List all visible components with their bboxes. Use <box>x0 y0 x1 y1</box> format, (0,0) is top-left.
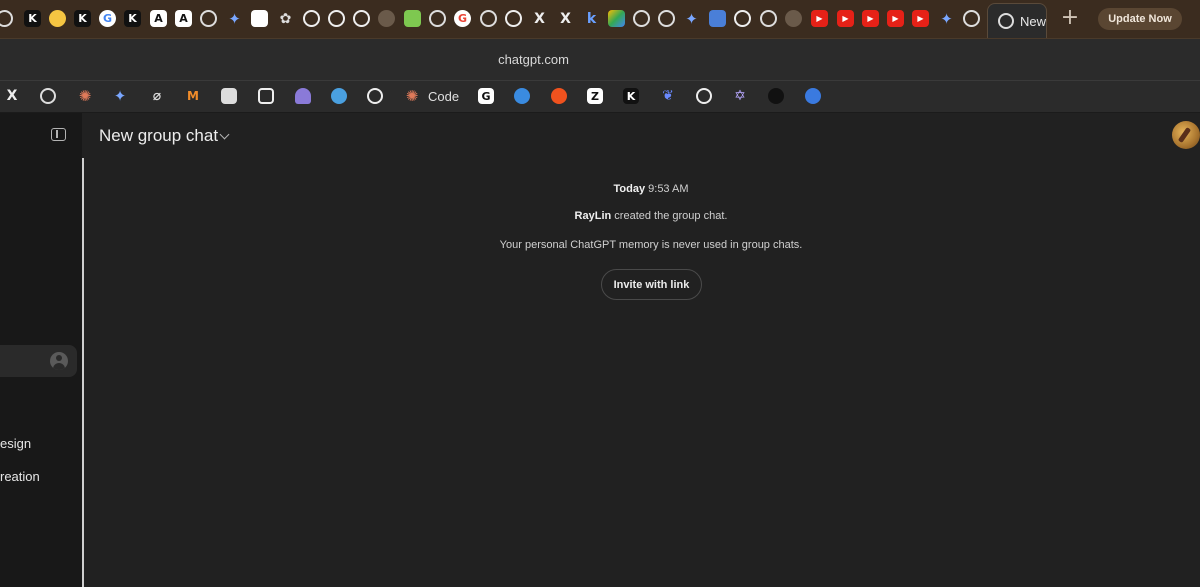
ghost-icon[interactable] <box>295 88 311 104</box>
g-icon[interactable]: G <box>478 88 494 104</box>
openai-icon <box>998 13 1014 29</box>
perplexity-icon[interactable]: ⌀ <box>149 88 165 104</box>
anthropic-icon[interactable]: A <box>175 10 192 27</box>
notes-icon[interactable] <box>221 88 237 104</box>
pinned-tabs: K K G K A A ✦ ✿ G X X k ✦ ▶ ▶ ▶ ▶ ▶ ✦ <box>0 0 985 38</box>
sidebar: esign reation <box>0 113 82 587</box>
creator-name: RayLin <box>574 210 612 222</box>
x-icon[interactable]: X <box>531 10 548 27</box>
update-now-button[interactable]: Update Now <box>1098 8 1182 30</box>
drive-icon[interactable] <box>608 10 625 27</box>
circle-c-icon[interactable] <box>505 10 522 27</box>
app-icon[interactable] <box>404 10 421 27</box>
orb-icon[interactable] <box>805 88 821 104</box>
anthropic-icon[interactable]: A <box>150 10 167 27</box>
perplexity-icon[interactable] <box>696 88 712 104</box>
star-icon[interactable]: ✡ <box>732 88 748 104</box>
telegram-icon[interactable] <box>378 10 395 27</box>
bot-icon[interactable] <box>331 88 347 104</box>
openai-icon[interactable] <box>429 10 446 27</box>
openai-icon[interactable] <box>963 10 980 27</box>
openai-icon[interactable] <box>514 88 530 104</box>
github-icon[interactable] <box>303 10 320 27</box>
sidebar-item[interactable]: reation <box>0 469 40 484</box>
youtube-icon[interactable]: ▶ <box>887 10 904 27</box>
url-text[interactable]: chatgpt.com <box>0 52 1067 67</box>
timestamp-time: 9:53 AM <box>648 183 689 195</box>
claude-icon[interactable]: ✺ <box>404 87 420 105</box>
youtube-icon[interactable]: ▶ <box>837 10 854 27</box>
openai-icon[interactable] <box>0 10 13 27</box>
arrow-box-icon[interactable] <box>258 88 274 104</box>
gemini-icon[interactable]: ✦ <box>112 87 128 105</box>
reddit-icon[interactable] <box>551 88 567 104</box>
openai-icon[interactable] <box>633 10 650 27</box>
hugging-face-icon[interactable] <box>49 10 66 27</box>
openai-icon[interactable] <box>760 10 777 27</box>
kimi-icon[interactable]: K <box>24 10 41 27</box>
openai-icon[interactable] <box>40 88 56 104</box>
k-icon[interactable]: k <box>583 10 600 27</box>
network-icon[interactable]: ✿ <box>277 10 294 27</box>
memory-notice: Your personal ChatGPT memory is never us… <box>499 239 803 251</box>
ai-app-icon[interactable] <box>251 10 268 27</box>
translate-icon[interactable] <box>709 10 726 27</box>
gemini-icon[interactable]: ✦ <box>226 10 243 28</box>
created-text: created the group chat. <box>614 210 728 222</box>
circle-c-icon[interactable] <box>734 10 751 27</box>
browser-tab-strip: K K G K A A ✦ ✿ G X X k ✦ ▶ ▶ ▶ ▶ ▶ ✦ Ne… <box>0 0 1200 39</box>
new-tab-button[interactable]: + <box>1060 7 1080 29</box>
page-title[interactable]: New group chat <box>99 126 218 146</box>
youtube-icon[interactable]: ▶ <box>862 10 879 27</box>
knot-icon[interactable] <box>768 88 784 104</box>
perplexity-icon[interactable] <box>200 10 217 27</box>
gemini-icon[interactable]: ✦ <box>938 10 955 28</box>
openai-icon[interactable] <box>480 10 497 27</box>
m-icon[interactable]: M <box>185 88 201 104</box>
sidebar-toggle-icon[interactable] <box>51 128 66 141</box>
kimi-icon[interactable]: K <box>124 10 141 27</box>
gemini-icon[interactable]: ✦ <box>683 10 700 28</box>
invite-with-link-button[interactable]: Invite with link <box>601 269 702 300</box>
chat-timestamp: Today 9:53 AM <box>84 183 1200 195</box>
active-tab[interactable]: New <box>987 3 1047 38</box>
x-icon[interactable]: X <box>557 10 574 27</box>
circle-c-icon[interactable] <box>367 88 383 104</box>
system-message: RayLin created the group chat. <box>84 210 1200 222</box>
openai-icon[interactable] <box>658 10 675 27</box>
telegram-icon[interactable] <box>785 10 802 27</box>
youtube-icon[interactable]: ▶ <box>811 10 828 27</box>
x-icon[interactable]: X <box>4 88 20 104</box>
google-icon[interactable]: G <box>99 10 116 27</box>
github-icon[interactable] <box>353 10 370 27</box>
claude-icon[interactable]: ✺ <box>77 87 93 105</box>
sidebar-item[interactable]: esign <box>0 436 31 451</box>
google-icon[interactable]: G <box>454 10 471 27</box>
active-tab-title: New <box>1020 13 1046 29</box>
avatar[interactable] <box>1172 121 1200 149</box>
github-icon[interactable] <box>328 10 345 27</box>
sidebar-selected-item[interactable] <box>0 345 77 377</box>
kimi-icon[interactable]: K <box>623 88 639 104</box>
kimi-icon[interactable]: K <box>74 10 91 27</box>
chevron-down-icon[interactable] <box>219 129 230 140</box>
bird-icon[interactable]: ❦ <box>660 88 676 104</box>
bookmarks-bar: X ✺ ✦ ⌀ M ✺ Code G Z K ❦ ✡ <box>0 81 1200 113</box>
youtube-icon[interactable]: ▶ <box>912 10 929 27</box>
address-bar[interactable]: chatgpt.com <box>0 39 1200 81</box>
timestamp-day: Today <box>613 183 646 195</box>
sidebar-resize-handle[interactable] <box>82 158 84 587</box>
person-icon <box>50 352 68 370</box>
bookmark-code-label[interactable]: Code <box>428 89 459 104</box>
z-icon[interactable]: Z <box>587 88 603 104</box>
